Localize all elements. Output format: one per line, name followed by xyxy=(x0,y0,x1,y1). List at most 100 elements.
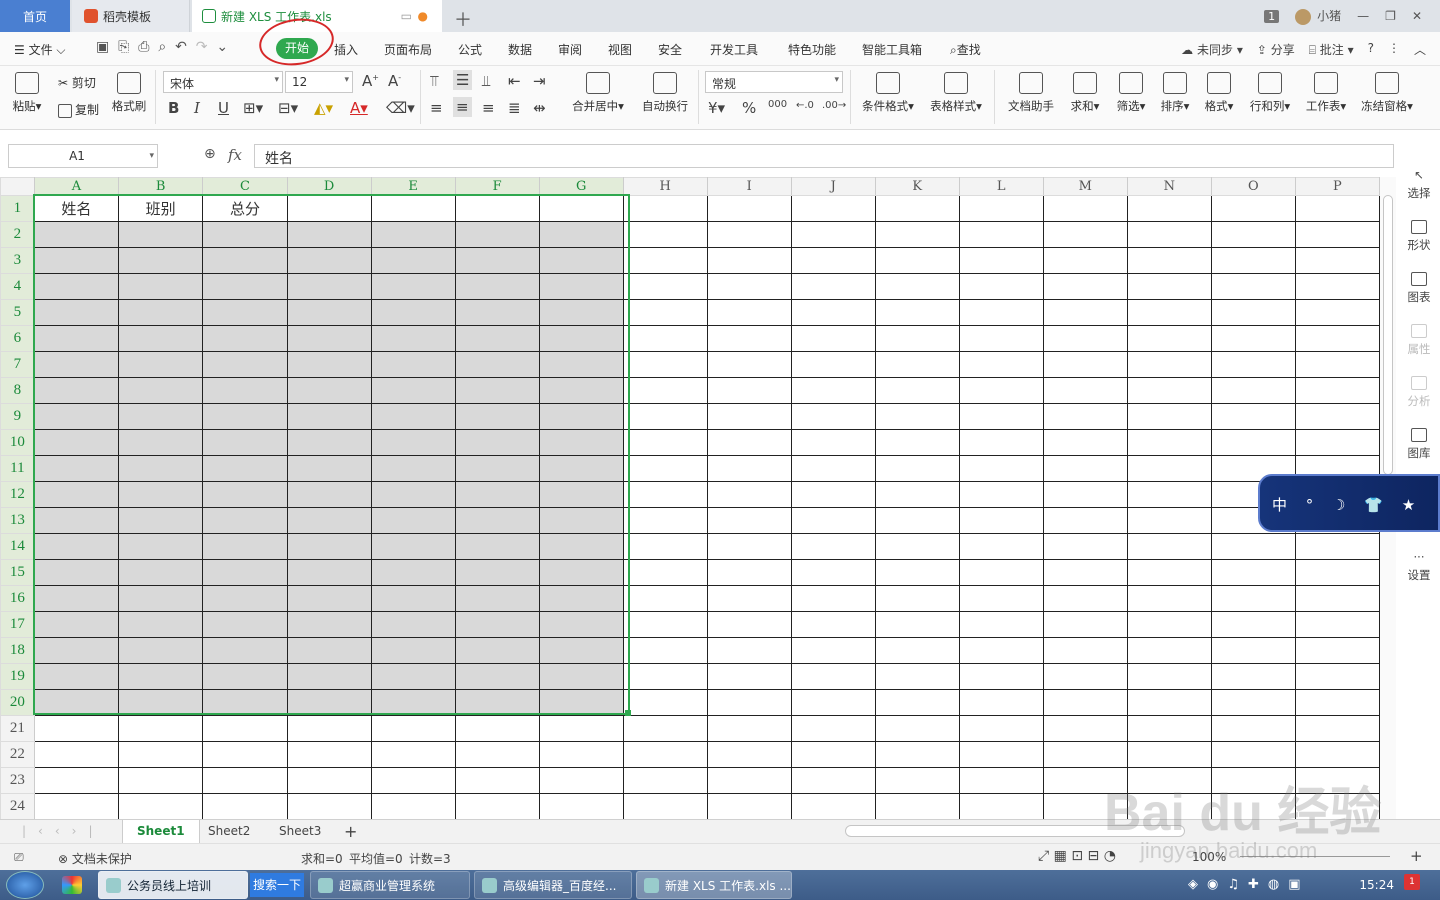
cell[interactable] xyxy=(118,377,204,404)
indent-increase-icon[interactable]: ⇥ xyxy=(533,72,546,90)
cell[interactable] xyxy=(874,715,960,742)
clock[interactable]: 15:24 xyxy=(1359,878,1394,892)
cell[interactable] xyxy=(538,325,624,352)
cell[interactable] xyxy=(958,481,1044,508)
sidebar-settings[interactable]: ··· 设置 xyxy=(1398,550,1440,583)
cell[interactable] xyxy=(874,793,960,819)
cell[interactable] xyxy=(370,689,456,716)
close-icon[interactable]: ✕ xyxy=(1412,9,1422,23)
cell[interactable] xyxy=(118,299,204,326)
cell[interactable] xyxy=(202,689,288,716)
sheet-nav-icons[interactable]: |‹‹›| xyxy=(8,820,118,843)
cell[interactable] xyxy=(874,559,960,586)
cell[interactable] xyxy=(622,325,708,352)
cell[interactable] xyxy=(454,611,540,638)
column-header-k[interactable]: K xyxy=(874,177,960,196)
cell[interactable] xyxy=(118,741,204,768)
cell[interactable] xyxy=(790,507,876,534)
increase-font-icon[interactable]: A+ xyxy=(362,72,379,90)
cell[interactable] xyxy=(622,195,708,222)
cell[interactable] xyxy=(1042,377,1128,404)
row-header[interactable]: 5 xyxy=(0,299,35,326)
cell[interactable] xyxy=(33,325,120,352)
cell[interactable] xyxy=(118,663,204,690)
cell[interactable] xyxy=(958,533,1044,560)
cell[interactable] xyxy=(1210,377,1296,404)
new-tab-button[interactable]: ＋ xyxy=(454,6,472,32)
column-header-m[interactable]: M xyxy=(1042,177,1128,196)
cell[interactable] xyxy=(790,325,876,352)
row-header[interactable]: 14 xyxy=(0,533,35,560)
cell[interactable] xyxy=(454,403,540,430)
cell[interactable] xyxy=(790,741,876,768)
cell[interactable] xyxy=(1126,481,1212,508)
cell[interactable] xyxy=(958,637,1044,664)
row-header[interactable]: 9 xyxy=(0,403,35,430)
cell[interactable] xyxy=(874,585,960,612)
column-header-j[interactable]: J xyxy=(790,177,876,196)
cell[interactable] xyxy=(286,195,372,222)
cell[interactable] xyxy=(538,273,624,300)
indent-decrease-icon[interactable]: ⇤ xyxy=(508,72,521,90)
cell[interactable] xyxy=(622,637,708,664)
cell[interactable] xyxy=(706,325,792,352)
cell[interactable] xyxy=(1294,325,1380,352)
cell[interactable] xyxy=(202,325,288,352)
collapse-ribbon-icon[interactable]: ︿ xyxy=(1414,41,1426,58)
cell[interactable] xyxy=(370,663,456,690)
clear-icon[interactable]: ⌫▾ xyxy=(386,99,415,117)
align-middle-icon[interactable]: ☰ xyxy=(453,70,473,90)
cell[interactable] xyxy=(1042,195,1128,222)
cell[interactable] xyxy=(958,325,1044,352)
column-header-h[interactable]: H xyxy=(622,177,708,196)
taskbar-item-business[interactable]: 超赢商业管理系统 xyxy=(310,871,470,899)
cell[interactable] xyxy=(118,429,204,456)
cell[interactable] xyxy=(874,273,960,300)
sidebar-gallery[interactable]: 图库 xyxy=(1398,428,1440,461)
cell[interactable] xyxy=(202,221,288,248)
cell[interactable] xyxy=(370,507,456,534)
cell[interactable] xyxy=(1126,741,1212,768)
sheet-tab-1[interactable]: Sheet1 xyxy=(122,820,200,843)
cell[interactable] xyxy=(202,481,288,508)
cell[interactable] xyxy=(286,559,372,586)
cell[interactable] xyxy=(454,585,540,612)
paste-button[interactable]: 粘贴▾ xyxy=(10,72,44,114)
cell[interactable] xyxy=(454,507,540,534)
cell[interactable] xyxy=(1126,221,1212,248)
menu-data[interactable]: 数据 xyxy=(508,41,532,58)
cell[interactable] xyxy=(538,455,624,482)
cell[interactable] xyxy=(958,793,1044,819)
cell[interactable] xyxy=(538,585,624,612)
font-name-select[interactable]: 宋体 xyxy=(163,71,283,93)
fx-button[interactable]: fx xyxy=(228,146,242,164)
menu-view[interactable]: 视图 xyxy=(608,41,632,58)
cell[interactable] xyxy=(286,221,372,248)
print-icon[interactable]: ⎙ xyxy=(138,39,149,55)
column-header-f[interactable]: F xyxy=(454,177,540,196)
cell[interactable] xyxy=(1126,559,1212,586)
cell[interactable] xyxy=(538,351,624,378)
cell[interactable] xyxy=(538,299,624,326)
cell[interactable] xyxy=(1126,247,1212,274)
cell[interactable] xyxy=(622,559,708,586)
cell[interactable] xyxy=(706,689,792,716)
redo-icon[interactable]: ↷ xyxy=(196,39,208,55)
cell[interactable] xyxy=(286,585,372,612)
cell[interactable] xyxy=(454,377,540,404)
cell[interactable] xyxy=(370,247,456,274)
cell[interactable] xyxy=(1294,663,1380,690)
cell[interactable] xyxy=(286,351,372,378)
cell[interactable] xyxy=(202,273,288,300)
cell[interactable] xyxy=(1126,195,1212,222)
tab-template[interactable]: 稻壳模板 xyxy=(72,0,190,32)
cell[interactable] xyxy=(706,585,792,612)
cell[interactable] xyxy=(958,247,1044,274)
cell[interactable] xyxy=(1294,195,1380,222)
cell[interactable] xyxy=(118,481,204,508)
cell[interactable] xyxy=(118,351,204,378)
taskbar-item-editor[interactable]: 高级编辑器_百度经... xyxy=(474,871,632,899)
cell[interactable] xyxy=(202,585,288,612)
cell[interactable] xyxy=(454,325,540,352)
cell[interactable] xyxy=(370,793,456,819)
